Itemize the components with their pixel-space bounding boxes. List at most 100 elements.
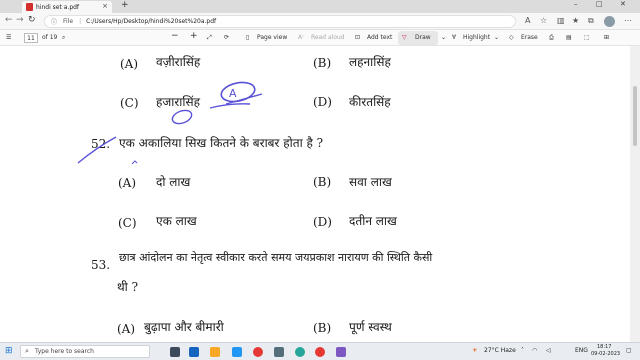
q51-option-b-text: लहनासिंह bbox=[349, 55, 391, 69]
q53-text-line2: थी ? bbox=[117, 280, 139, 294]
draw-dropdown-icon[interactable]: ⌄ bbox=[441, 34, 446, 41]
add-text-button[interactable]: Add text bbox=[367, 34, 392, 41]
q52-option-c-text: एक लाख bbox=[156, 214, 197, 228]
q52-option-d-letter: (D) bbox=[313, 215, 332, 229]
highlight-dropdown-icon[interactable]: ⌄ bbox=[494, 34, 499, 41]
taskbar-search-input[interactable]: ⌕ Type here to search bbox=[20, 345, 150, 358]
address-bar-row: ← → ↻ ⓘ File | C:/Users/Hp/Desktop/hindi… bbox=[0, 13, 640, 30]
opera-icon[interactable] bbox=[253, 347, 263, 357]
new-tab-button[interactable]: + bbox=[121, 0, 129, 10]
q52-option-c-letter: (C) bbox=[118, 216, 137, 230]
pdf-toolbar: ☰ 11 of 19 ⌕ − + ⤢ ⟳ ▯ Page view A⁾ Read… bbox=[0, 30, 640, 46]
reload-button[interactable]: ↻ bbox=[28, 15, 36, 25]
search-icon[interactable]: ⌕ bbox=[62, 34, 65, 42]
read-aloud-icon: A⁾ bbox=[298, 34, 304, 41]
chrome-icon[interactable] bbox=[315, 347, 325, 357]
q52-option-d-text: दतीन लाख bbox=[349, 214, 397, 228]
q52-number: 52. bbox=[91, 137, 111, 151]
notifications-icon[interactable]: ▢ bbox=[626, 347, 632, 354]
q53-option-a-letter: (A) bbox=[117, 322, 136, 336]
erase-icon: ◇ bbox=[509, 34, 514, 41]
more-menu-icon[interactable]: ⋯ bbox=[624, 16, 632, 25]
store-icon[interactable] bbox=[189, 347, 199, 357]
pin-toolbar-icon[interactable]: ⊞ bbox=[604, 34, 609, 41]
collections-icon[interactable]: ⧉ bbox=[588, 16, 594, 26]
q51-option-a-text: वज़ीरासिंह bbox=[156, 55, 201, 69]
add-text-icon: ⊡ bbox=[355, 34, 361, 41]
close-window-button[interactable]: ✕ bbox=[620, 0, 626, 8]
save-icon[interactable]: ▤ bbox=[566, 34, 572, 41]
favorite-star-icon[interactable]: ☆ bbox=[540, 16, 547, 25]
q51-option-c-text: हजारासिंह bbox=[156, 95, 200, 109]
rotate-icon[interactable]: ⟳ bbox=[224, 34, 229, 41]
weather-icon: ☀ bbox=[472, 347, 478, 354]
q52-text: एक अकालिया सिख कितने के बराबर होता है ? bbox=[119, 136, 324, 150]
split-screen-icon[interactable]: ▥ bbox=[557, 16, 565, 25]
profile-avatar[interactable] bbox=[604, 16, 615, 27]
address-scheme-label: File bbox=[63, 18, 74, 25]
page-number-input[interactable]: 11 bbox=[24, 33, 38, 43]
network-icon[interactable]: ◠ bbox=[532, 347, 537, 354]
q52-option-b-text: सवा लाख bbox=[349, 175, 392, 189]
pdf-page: (A) वज़ीरासिंह (B) लहनासिंह (C) हजारासिं… bbox=[0, 46, 630, 342]
back-button[interactable]: ← bbox=[5, 15, 13, 25]
tab-strip: hindi set a.pdf × + – □ ✕ bbox=[0, 0, 640, 13]
task-view-icon[interactable] bbox=[170, 347, 180, 357]
windows-start-icon[interactable]: ⊞ bbox=[5, 346, 13, 356]
page-total-label: of 19 bbox=[42, 34, 58, 41]
pdf-file-icon bbox=[26, 3, 33, 11]
q53-option-b-letter: (B) bbox=[313, 321, 332, 335]
address-divider: | bbox=[79, 18, 82, 25]
save-as-icon[interactable]: ⬚ bbox=[584, 34, 590, 41]
contents-icon[interactable]: ☰ bbox=[6, 34, 11, 41]
q52-option-a-letter: (A) bbox=[118, 176, 137, 190]
read-mode-icon[interactable]: A bbox=[525, 16, 530, 25]
favorites-icon[interactable]: ★ bbox=[572, 16, 579, 25]
erase-button[interactable]: Erase bbox=[521, 34, 538, 41]
draw-icon: ▽ bbox=[402, 34, 407, 41]
q51-option-a-letter: (A) bbox=[120, 57, 139, 71]
edge-icon[interactable] bbox=[295, 347, 305, 357]
q52-option-b-letter: (B) bbox=[313, 175, 332, 189]
tab-close-button[interactable]: × bbox=[102, 2, 108, 10]
fit-page-icon[interactable]: ⤢ bbox=[207, 34, 212, 42]
weather-label[interactable]: 27°C Haze bbox=[484, 347, 516, 354]
page-view-icon: ▯ bbox=[246, 34, 250, 41]
zoom-out-button[interactable]: − bbox=[171, 31, 179, 41]
highlight-icon: ∀ bbox=[452, 34, 457, 41]
file-explorer-icon[interactable] bbox=[210, 347, 220, 357]
q53-text-line1: छात्र आंदोलन का नेतृत्व स्वीकार करते समय… bbox=[119, 251, 433, 264]
draw-label: Draw bbox=[415, 34, 431, 41]
draw-button[interactable]: ▽ Draw bbox=[398, 31, 438, 45]
scrollbar-thumb[interactable] bbox=[633, 86, 637, 146]
forward-button[interactable]: → bbox=[16, 15, 24, 25]
q53-option-a-text: बुढ़ापा और बीमारी bbox=[144, 320, 224, 334]
clock-date[interactable]: 09-02-2023 bbox=[591, 351, 620, 357]
mail-icon[interactable] bbox=[232, 347, 242, 357]
zoom-in-button[interactable]: + bbox=[190, 31, 198, 41]
q51-option-c-letter: (C) bbox=[120, 96, 139, 110]
tray-chevron-icon[interactable]: ˄ bbox=[521, 347, 524, 354]
highlight-button[interactable]: Highlight bbox=[463, 34, 490, 41]
search-placeholder: Type here to search bbox=[35, 348, 94, 355]
search-icon: ⌕ bbox=[25, 347, 29, 355]
language-indicator[interactable]: ENG bbox=[575, 347, 588, 354]
print-icon[interactable]: ⎙ bbox=[549, 34, 554, 42]
vertical-scrollbar[interactable] bbox=[630, 46, 640, 342]
tab-pdf[interactable]: hindi set a.pdf × bbox=[22, 1, 112, 13]
minimize-button[interactable]: – bbox=[574, 0, 578, 8]
q52-option-a-text: दो लाख bbox=[156, 175, 191, 189]
q53-option-b-text: पूर्ण स्वस्थ bbox=[349, 320, 392, 334]
q51-option-d-letter: (D) bbox=[313, 95, 332, 109]
clock-time[interactable]: 18:17 bbox=[597, 344, 611, 350]
volume-icon[interactable]: ◁ bbox=[546, 347, 551, 354]
address-path: C:/Users/Hp/Desktop/hindi%20set%20a.pdf bbox=[86, 18, 217, 25]
tab-title: hindi set a.pdf bbox=[36, 3, 80, 11]
q51-option-d-text: कीरतसिंह bbox=[349, 95, 391, 109]
maximize-button[interactable]: □ bbox=[596, 0, 603, 8]
page-view-button[interactable]: Page view bbox=[257, 34, 287, 41]
address-input[interactable]: ⓘ File | C:/Users/Hp/Desktop/hindi%20set… bbox=[44, 15, 516, 28]
app-icon[interactable] bbox=[336, 347, 346, 357]
read-aloud-button[interactable]: Read aloud bbox=[311, 34, 345, 41]
settings-app-icon[interactable] bbox=[274, 347, 284, 357]
